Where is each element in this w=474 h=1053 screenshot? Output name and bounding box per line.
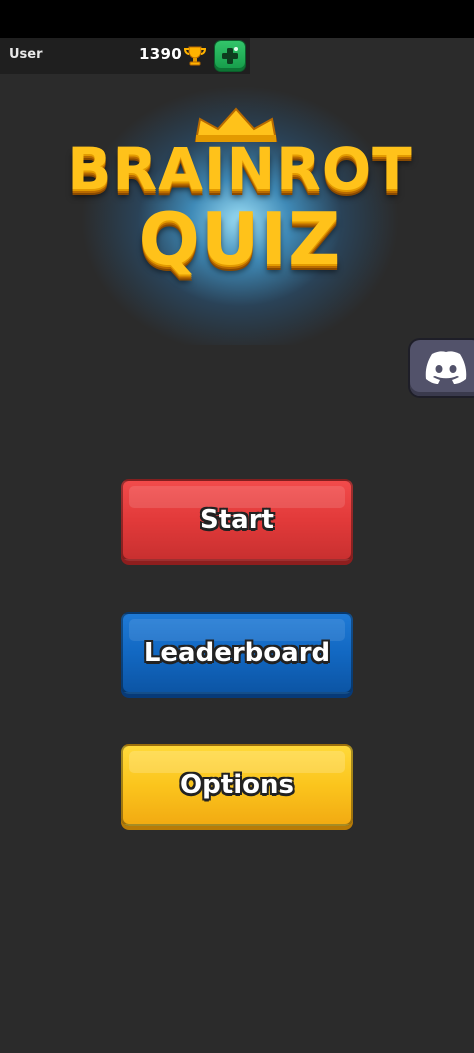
add-currency-button[interactable] [215,41,245,71]
profile-bar: User 1390 [0,38,250,74]
discord-button[interactable] [410,340,474,396]
username-label[interactable]: User [9,47,43,62]
options-button-label: Options [180,770,294,800]
trophy-count: 1390 [139,45,182,63]
status-bar [0,0,474,38]
trophy-icon [183,44,207,68]
leaderboard-button[interactable]: Leaderboard [121,612,353,694]
logo-title-line-1: BRAINROT [67,135,413,203]
options-button[interactable]: Options [121,744,353,826]
plus-icon [222,47,238,64]
leaderboard-button-label: Leaderboard [143,638,331,668]
discord-icon [425,351,467,384]
game-logo: BRAINROT QUIZ [60,85,420,345]
start-button[interactable]: Start [121,479,353,561]
logo-title-line-2: QUIZ [138,197,342,281]
start-button-label: Start [200,505,274,535]
